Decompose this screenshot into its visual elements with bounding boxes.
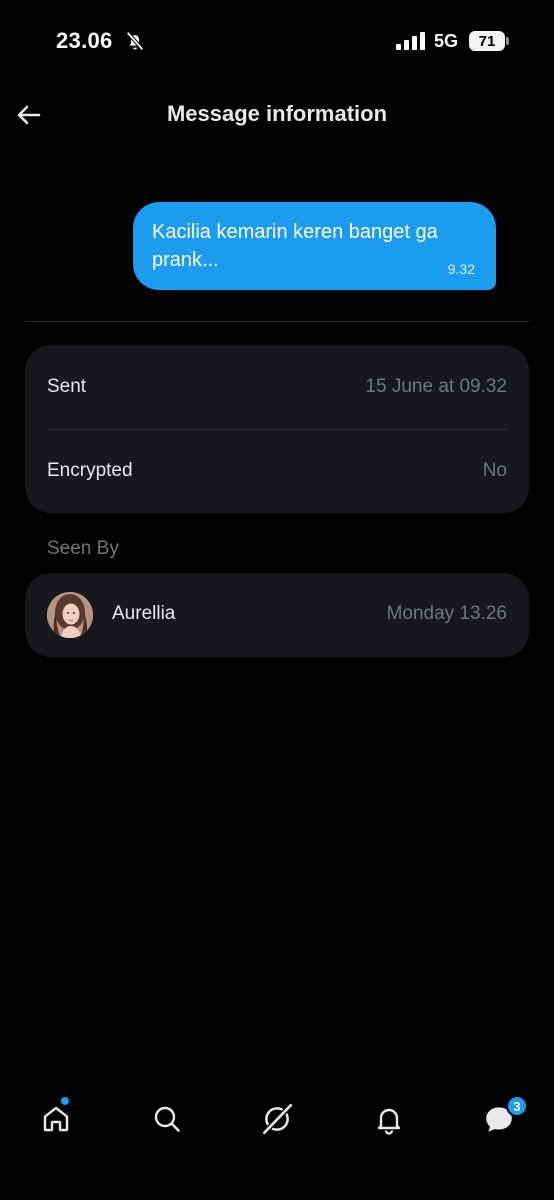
message-text: Kacilia kemarin keren banget ga prank...: [152, 221, 438, 271]
battery-nub: [506, 37, 509, 45]
info-row-encrypted: Encrypted No: [47, 429, 507, 513]
status-bar: 23.06 5G 71: [0, 0, 554, 80]
battery-indicator: 71: [469, 31, 505, 51]
nav-home[interactable]: [31, 1094, 81, 1144]
avatar-image: [47, 592, 93, 638]
bell-icon: [377, 1108, 401, 1135]
page-title: Message information: [166, 101, 388, 126]
home-notification-dot: [61, 1097, 69, 1105]
info-row-sent: Sent 15 June at 09.32: [47, 345, 507, 429]
nav-grok[interactable]: [252, 1094, 302, 1144]
nav-notifications[interactable]: [364, 1094, 414, 1144]
nav-search[interactable]: [142, 1094, 192, 1144]
sent-value: 15 June at 09.32: [365, 376, 507, 397]
seen-by-name: Aurellia: [112, 603, 176, 624]
seen-by-heading: Seen By: [47, 538, 119, 559]
bottom-nav: 3: [0, 1080, 554, 1160]
search-icon: [154, 1106, 180, 1132]
avatar[interactable]: [47, 592, 93, 638]
encrypted-label: Encrypted: [47, 460, 133, 481]
message-bubble[interactable]: Kacilia kemarin keren banget ga prank...…: [133, 202, 496, 290]
header: Message information: [0, 88, 554, 144]
signal-icon: [396, 32, 425, 50]
network-type: 5G: [434, 31, 459, 51]
message-info-card: Sent 15 June at 09.32 Encrypted No: [25, 345, 529, 513]
seen-by-entry[interactable]: Aurellia Monday 13.26: [25, 573, 529, 657]
sent-label: Sent: [47, 376, 87, 397]
messages-badge: 3: [506, 1095, 528, 1117]
message-time: 9.32: [447, 261, 475, 277]
seen-by-time: Monday 13.26: [386, 603, 507, 624]
encrypted-value: No: [482, 460, 507, 481]
home-icon: [43, 1106, 69, 1132]
status-time: 23.06: [56, 28, 113, 53]
bell-muted-icon: [126, 31, 144, 51]
message-info-screen: 23.06 5G 71 Message information Kacilia …: [0, 0, 554, 1200]
grok-icon: [262, 1103, 293, 1135]
divider: [25, 321, 529, 322]
